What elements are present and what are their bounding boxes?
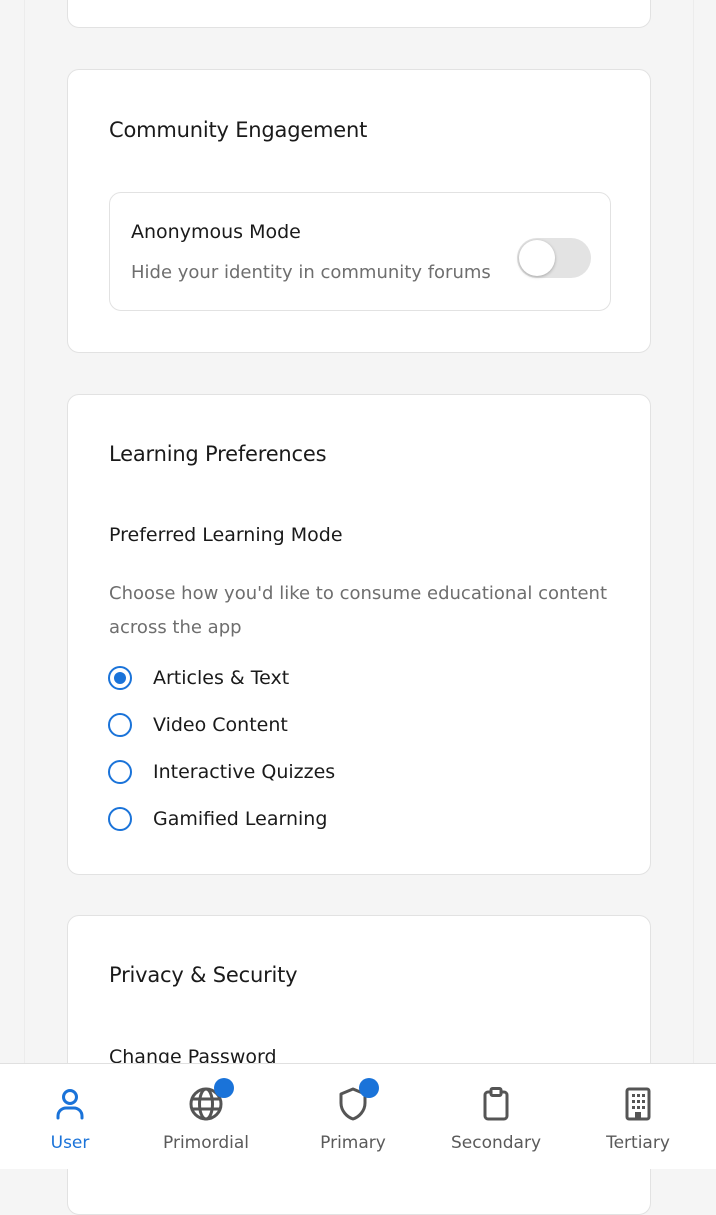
community-engagement-title: Community Engagement xyxy=(109,118,368,142)
learning-preferences-card: Learning Preferences Preferred Learning … xyxy=(67,394,651,875)
privacy-security-title: Privacy & Security xyxy=(109,963,298,987)
previous-settings-card xyxy=(67,0,651,28)
nav-item-user[interactable]: User xyxy=(10,1064,130,1169)
radio-label: Interactive Quizzes xyxy=(153,761,336,783)
nav-item-primary[interactable]: Primary xyxy=(293,1064,413,1169)
settings-page: Community Engagement Anonymous Mode Hide… xyxy=(24,0,694,1215)
anonymous-mode-label: Anonymous Mode xyxy=(131,221,301,243)
radio-button-checked[interactable] xyxy=(108,666,132,690)
radio-button[interactable] xyxy=(108,807,132,831)
radio-button[interactable] xyxy=(108,760,132,784)
notification-badge xyxy=(359,1078,379,1098)
nav-label-user: User xyxy=(50,1133,90,1153)
notification-badge xyxy=(214,1078,234,1098)
nav-item-tertiary[interactable]: Tertiary xyxy=(578,1064,698,1169)
radio-label: Video Content xyxy=(153,714,288,736)
nav-label-primary: Primary xyxy=(320,1133,386,1153)
anonymous-mode-toggle[interactable] xyxy=(517,238,591,278)
radio-option-quizzes[interactable]: Interactive Quizzes xyxy=(108,757,335,787)
user-icon xyxy=(56,1089,84,1120)
nav-label-tertiary: Tertiary xyxy=(606,1133,670,1153)
toggle-knob xyxy=(519,240,555,276)
preferred-learning-mode-label: Preferred Learning Mode xyxy=(109,524,343,546)
clipboard-icon xyxy=(483,1087,509,1121)
preferred-learning-mode-description: Choose how you'd like to consume educati… xyxy=(109,583,607,638)
building-icon xyxy=(625,1087,651,1121)
nav-label-secondary: Secondary xyxy=(450,1133,542,1153)
radio-option-video[interactable]: Video Content xyxy=(108,710,288,740)
anonymous-mode-description: Hide your identity in community forums xyxy=(131,262,491,283)
nav-label-primordial: Primordial xyxy=(163,1133,249,1153)
nav-item-primordial[interactable]: Primordial xyxy=(146,1064,266,1169)
radio-option-articles[interactable]: Articles & Text xyxy=(108,663,289,693)
nav-item-secondary[interactable]: Secondary xyxy=(436,1064,556,1169)
radio-option-gamified[interactable]: Gamified Learning xyxy=(108,804,327,834)
radio-button[interactable] xyxy=(108,713,132,737)
anonymous-mode-setting: Anonymous Mode Hide your identity in com… xyxy=(109,192,611,311)
community-engagement-card: Community Engagement Anonymous Mode Hide… xyxy=(67,69,651,353)
learning-preferences-title: Learning Preferences xyxy=(109,442,327,466)
radio-label: Gamified Learning xyxy=(153,808,328,830)
radio-label: Articles & Text xyxy=(153,667,290,689)
bottom-navigation: User Primordial Primary Secondary Tertia… xyxy=(0,1063,716,1169)
